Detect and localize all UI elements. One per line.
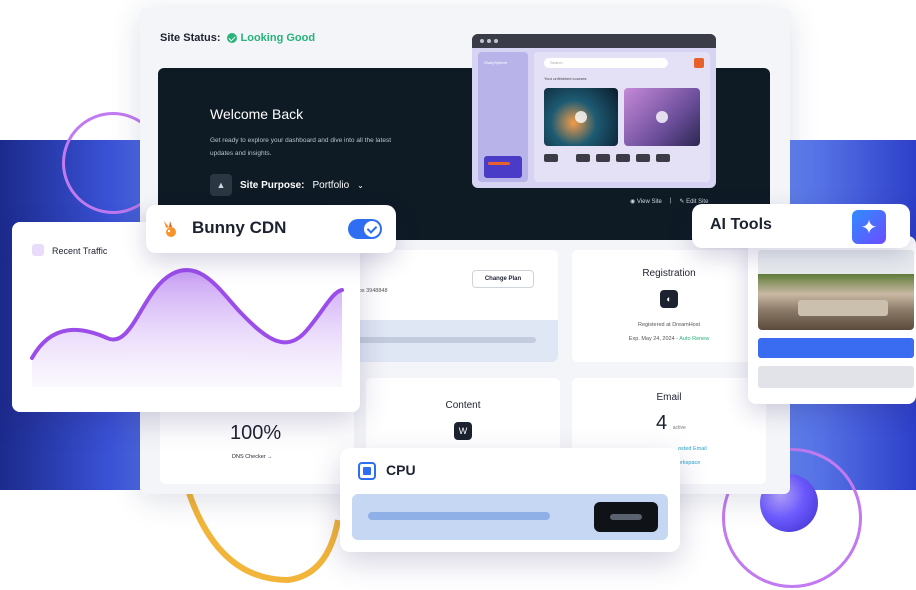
ai-tools-title: AI Tools <box>710 216 772 233</box>
site-status: Site Status: Looking Good <box>160 32 315 44</box>
bunny-cdn-card: Bunny CDN <box>146 205 396 253</box>
bunny-cdn-title: Bunny CDN <box>192 218 287 237</box>
welcome-title: Welcome Back <box>210 106 304 122</box>
preview-body: StudySphere Search Your unfinished cours… <box>472 48 716 188</box>
chevron-down-icon: ⌄ <box>357 180 364 190</box>
cpu-title: CPU <box>386 462 416 478</box>
cpu-card: CPU <box>340 448 680 552</box>
preview-thumb <box>616 154 630 162</box>
dns-checker-link[interactable]: DNS Checker → <box>232 454 273 460</box>
preview-course-card <box>624 88 700 146</box>
registration-title: Registration <box>642 268 696 279</box>
sparkle-icon[interactable]: ✦ <box>852 210 886 244</box>
preview-thumb <box>576 154 590 162</box>
generated-image <box>758 250 914 330</box>
registration-card: Registration ◐ Registered at DreamHost E… <box>572 250 766 362</box>
site-status-text: Looking Good <box>240 32 316 44</box>
pencil-icon: ✎ <box>679 199 685 205</box>
site-links: ◉ View Site | ✎ Edit Site <box>630 198 708 205</box>
bunny-icon <box>164 221 176 237</box>
auto-renew-link[interactable]: Auto Renew <box>679 336 709 342</box>
ai-generate-button[interactable] <box>758 338 914 358</box>
welcome-subtitle: Get ready to explore your dashboard and … <box>210 137 392 157</box>
plan-usage-bar <box>350 337 536 343</box>
site-purpose[interactable]: ▲ Site Purpose: Portfolio ⌄ <box>210 174 364 196</box>
site-status-label: Site Status: <box>160 32 221 44</box>
preview-thumb <box>656 154 670 162</box>
check-icon <box>364 221 380 237</box>
preview-avatar <box>694 58 704 68</box>
ai-tools-card: AI Tools ✦ <box>692 204 910 248</box>
preview-course-card <box>544 88 618 146</box>
preview-thumb <box>636 154 650 162</box>
cpu-action-button[interactable] <box>594 502 658 532</box>
change-plan-button[interactable]: Change Plan <box>472 270 534 288</box>
vps-id: vps 3948848 <box>356 288 388 294</box>
site-purpose-label: Site Purpose: <box>240 179 305 191</box>
site-preview: StudySphere Search Your unfinished cours… <box>472 34 716 188</box>
cpu-usage-bar <box>368 512 551 520</box>
preview-sidebar: StudySphere <box>478 52 528 182</box>
preview-thumb <box>544 154 558 162</box>
preview-titlebar <box>472 34 716 48</box>
content-title: Content <box>445 400 481 411</box>
email-title: Email <box>656 392 682 403</box>
site-purpose-value: Portfolio <box>312 179 350 191</box>
play-icon <box>656 111 668 123</box>
check-circle-icon <box>226 33 237 43</box>
dns-value: 100% <box>230 422 282 444</box>
cpu-usage <box>352 494 668 540</box>
preview-search: Search <box>544 58 668 68</box>
site-status-value: Looking Good <box>226 32 316 44</box>
email-count: 4 active <box>656 412 686 434</box>
preview-promo <box>484 156 522 178</box>
ai-tools-panel <box>748 236 916 404</box>
user-icon: ▲ <box>210 174 232 196</box>
cpu-icon <box>358 462 376 480</box>
bunny-cdn-toggle[interactable] <box>348 219 382 239</box>
preview-thumb <box>596 154 610 162</box>
preview-main: Search Your unfinished courses <box>534 52 710 182</box>
hosted-email-link[interactable]: osted Email <box>678 446 707 452</box>
divider: | <box>669 198 672 204</box>
workspace-link[interactable]: orkspace <box>678 460 700 466</box>
preview-brand: StudySphere <box>484 60 508 65</box>
view-site-link[interactable]: ◉ View Site <box>630 198 662 205</box>
registered-at: Registered at DreamHost <box>637 322 701 328</box>
ai-secondary-button[interactable] <box>758 366 914 388</box>
preview-section-label: Your unfinished courses <box>544 76 587 81</box>
plan-card: Change Plan vps 3948848 <box>340 250 558 362</box>
dreamhost-icon: ◐ <box>660 290 678 308</box>
eye-icon: ◉ <box>630 199 636 205</box>
expiration: Exp. May 24, 2024 - Auto Renew <box>628 336 710 342</box>
plan-usage <box>340 320 558 362</box>
wordpress-icon: W <box>454 422 472 440</box>
play-icon <box>575 111 587 123</box>
